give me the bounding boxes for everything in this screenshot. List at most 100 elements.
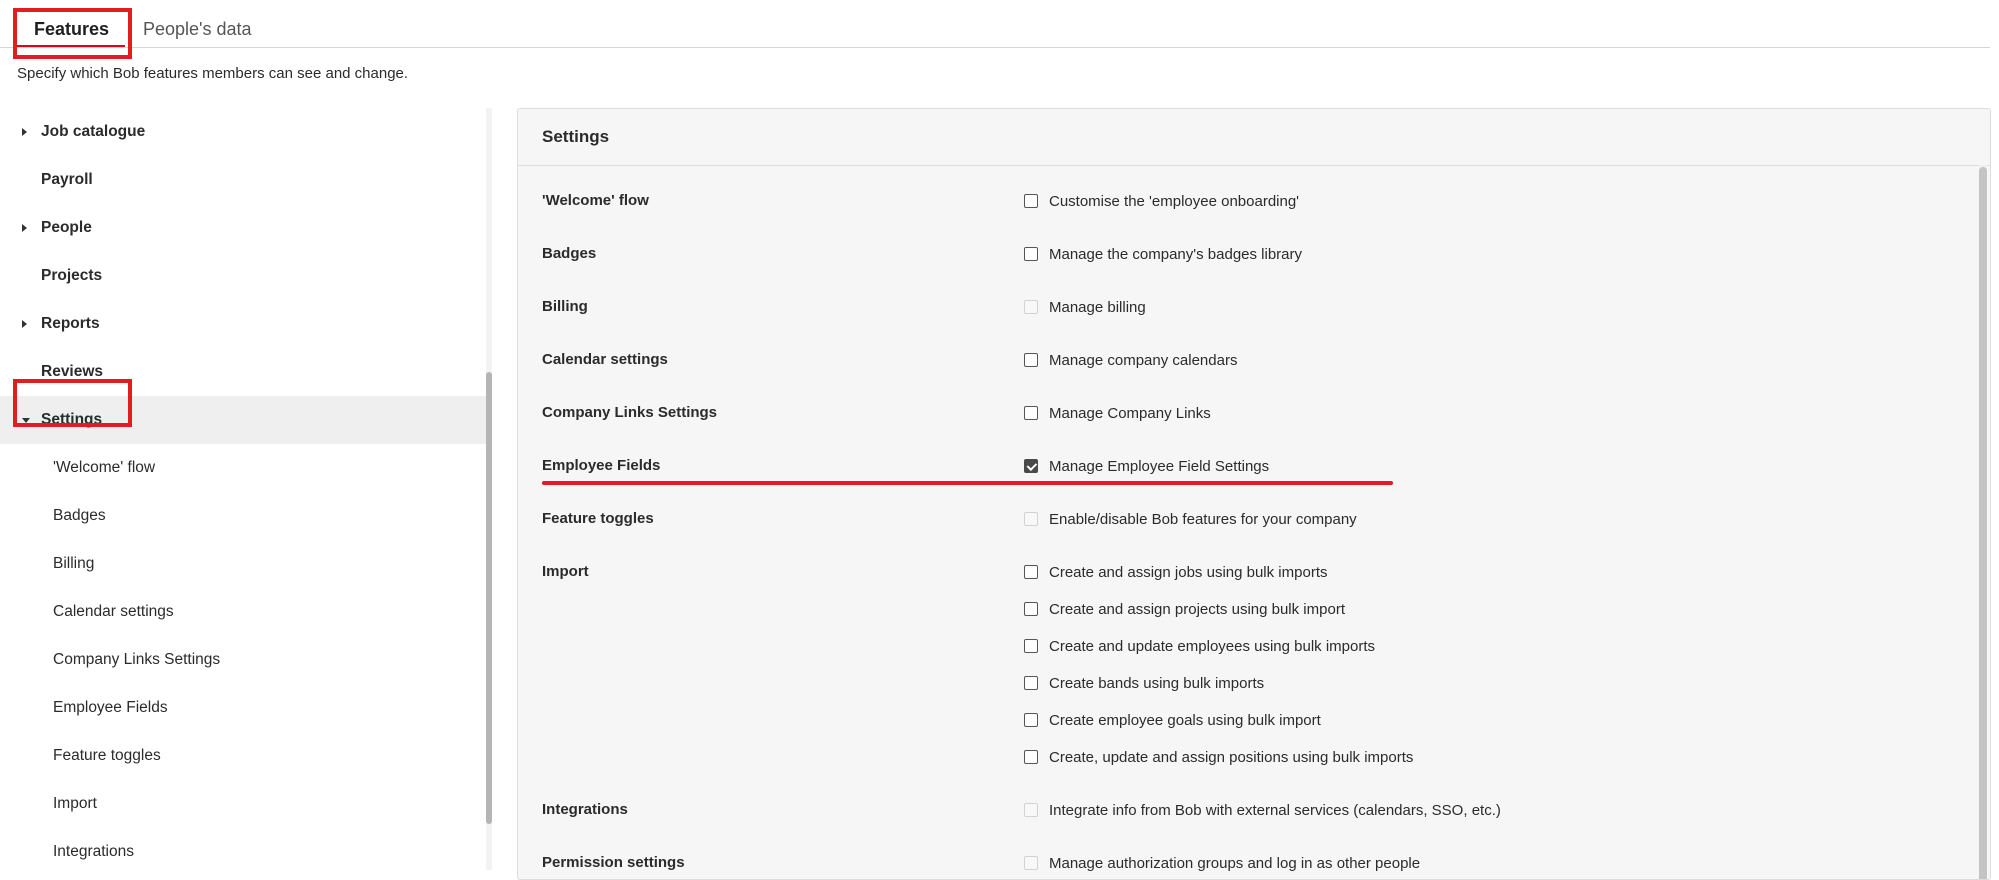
sidebar-scrollbar-thumb[interactable] bbox=[486, 372, 492, 824]
option-label: Manage Company Links bbox=[1049, 404, 1211, 422]
caret-right-icon bbox=[22, 224, 27, 232]
checkbox[interactable] bbox=[1024, 406, 1038, 420]
option-label: Create and assign projects using bulk im… bbox=[1049, 600, 1345, 618]
checkbox-checked[interactable] bbox=[1024, 459, 1038, 473]
option-label: Manage Employee Field Settings bbox=[1049, 457, 1270, 475]
option-manage-employee-fields[interactable]: Manage Employee Field Settings bbox=[1024, 455, 1269, 477]
option-manage-company-links[interactable]: Manage Company Links bbox=[1024, 402, 1211, 424]
sidebar-subitem-welcome-flow[interactable]: 'Welcome' flow bbox=[0, 444, 486, 492]
checkbox-disabled bbox=[1024, 856, 1038, 870]
sidebar-item-label: Job catalogue bbox=[41, 123, 146, 140]
sidebar-subitem-billing[interactable]: Billing bbox=[0, 540, 486, 588]
option-manage-authorization: Manage authorization groups and log in a… bbox=[1024, 852, 1420, 874]
checkbox[interactable] bbox=[1024, 247, 1038, 261]
sidebar: Job catalogue Payroll People Projects Re… bbox=[0, 108, 486, 870]
sidebar-item-label: Payroll bbox=[41, 171, 93, 188]
checkbox-disabled bbox=[1024, 300, 1038, 314]
highlight-underline-employee-fields bbox=[542, 481, 1393, 485]
sidebar-item-reviews[interactable]: Reviews bbox=[0, 348, 486, 396]
sidebar-subitem-feature-toggles[interactable]: Feature toggles bbox=[0, 732, 486, 780]
option-label: Create and assign jobs using bulk import… bbox=[1049, 563, 1328, 581]
sidebar-item-job-catalogue[interactable]: Job catalogue bbox=[0, 108, 486, 156]
panel-scrollbar-thumb[interactable] bbox=[1979, 167, 1987, 879]
checkbox[interactable] bbox=[1024, 713, 1038, 727]
checkbox[interactable] bbox=[1024, 750, 1038, 764]
sidebar-subitem-label: Company Links Settings bbox=[53, 651, 221, 668]
option-label: Enable/disable Bob features for your com… bbox=[1049, 510, 1357, 528]
sidebar-subitem-label: Employee Fields bbox=[53, 699, 168, 716]
sidebar-item-label: Reports bbox=[41, 315, 100, 332]
option-import-projects[interactable]: Create and assign projects using bulk im… bbox=[1024, 598, 1345, 620]
checkbox[interactable] bbox=[1024, 353, 1038, 367]
checkbox[interactable] bbox=[1024, 602, 1038, 616]
option-manage-calendars[interactable]: Manage company calendars bbox=[1024, 349, 1237, 371]
sidebar-subitem-badges[interactable]: Badges bbox=[0, 492, 486, 540]
option-label: Create bands using bulk imports bbox=[1049, 674, 1265, 692]
sidebar-subitem-label: Integrations bbox=[53, 843, 134, 860]
panel-title: Settings bbox=[542, 127, 610, 146]
checkbox[interactable] bbox=[1024, 194, 1038, 208]
sidebar-subitem-import[interactable]: Import bbox=[0, 780, 486, 828]
row-label-integrations: Integrations bbox=[542, 801, 628, 818]
option-label: Customise the 'employee onboarding' bbox=[1049, 192, 1300, 210]
option-import-employees[interactable]: Create and update employees using bulk i… bbox=[1024, 635, 1375, 657]
sidebar-subitem-integrations[interactable]: Integrations bbox=[0, 828, 486, 870]
option-label: Manage authorization groups and log in a… bbox=[1049, 854, 1421, 872]
sidebar-subitem-calendar-settings[interactable]: Calendar settings bbox=[0, 588, 486, 636]
sidebar-subitem-label: Badges bbox=[53, 507, 106, 524]
checkbox[interactable] bbox=[1024, 565, 1038, 579]
sidebar-subitem-employee-fields[interactable]: Employee Fields bbox=[0, 684, 486, 732]
option-label: Integrate info from Bob with external se… bbox=[1049, 801, 1501, 819]
option-label: Manage the company's badges library bbox=[1049, 245, 1303, 263]
option-import-bands[interactable]: Create bands using bulk imports bbox=[1024, 672, 1264, 694]
option-label: Create and update employees using bulk i… bbox=[1049, 637, 1376, 655]
sidebar-subitem-label: 'Welcome' flow bbox=[53, 459, 156, 476]
row-label-badges: Badges bbox=[542, 245, 597, 262]
row-label-permission-settings: Permission settings bbox=[542, 854, 685, 871]
option-label: Create employee goals using bulk import bbox=[1049, 711, 1321, 729]
option-manage-badges[interactable]: Manage the company's badges library bbox=[1024, 243, 1302, 265]
active-tab-indicator bbox=[17, 45, 125, 47]
sidebar-subitem-label: Feature toggles bbox=[53, 747, 161, 764]
panel-header: Settings bbox=[518, 109, 1990, 166]
row-label-import: Import bbox=[542, 563, 589, 580]
row-label-calendar-settings: Calendar settings bbox=[542, 351, 668, 368]
row-label-company-links: Company Links Settings bbox=[542, 404, 718, 421]
checkbox[interactable] bbox=[1024, 639, 1038, 653]
option-import-positions[interactable]: Create, update and assign positions usin… bbox=[1024, 746, 1413, 768]
sidebar-item-projects[interactable]: Projects bbox=[0, 252, 486, 300]
sidebar-item-label: People bbox=[41, 219, 92, 236]
sidebar-item-label: Reviews bbox=[41, 363, 104, 380]
option-import-goals[interactable]: Create employee goals using bulk import bbox=[1024, 709, 1321, 731]
option-integrate-external: Integrate info from Bob with external se… bbox=[1024, 799, 1501, 821]
sidebar-subitem-label: Calendar settings bbox=[53, 603, 174, 620]
option-label: Manage billing bbox=[1049, 298, 1146, 316]
row-label-feature-toggles: Feature toggles bbox=[542, 510, 654, 527]
option-label: Manage company calendars bbox=[1049, 351, 1238, 369]
tab-peoples-data[interactable]: People's data bbox=[143, 19, 252, 40]
option-customise-onboarding[interactable]: Customise the 'employee onboarding' bbox=[1024, 190, 1299, 212]
page-description: Specify which Bob features members can s… bbox=[17, 65, 409, 82]
sidebar-item-people[interactable]: People bbox=[0, 204, 486, 252]
caret-right-icon bbox=[22, 128, 27, 136]
sidebar-item-label: Settings bbox=[41, 411, 103, 428]
tab-features[interactable]: Features bbox=[34, 19, 109, 40]
sidebar-item-payroll[interactable]: Payroll bbox=[0, 156, 486, 204]
row-label-billing: Billing bbox=[542, 298, 588, 315]
option-import-jobs[interactable]: Create and assign jobs using bulk import… bbox=[1024, 561, 1327, 583]
caret-down-icon bbox=[22, 417, 30, 423]
option-manage-billing: Manage billing bbox=[1024, 296, 1146, 318]
caret-right-icon bbox=[22, 320, 27, 328]
sidebar-subitem-label: Billing bbox=[53, 555, 95, 572]
sidebar-item-label: Projects bbox=[41, 267, 103, 284]
checkbox-disabled bbox=[1024, 512, 1038, 526]
option-label: Create, update and assign positions usin… bbox=[1049, 748, 1414, 766]
sidebar-subitem-label: Import bbox=[53, 795, 97, 812]
sidebar-item-reports[interactable]: Reports bbox=[0, 300, 486, 348]
sidebar-subitem-company-links-settings[interactable]: Company Links Settings bbox=[0, 636, 486, 684]
row-label-welcome-flow: 'Welcome' flow bbox=[542, 192, 649, 209]
checkbox[interactable] bbox=[1024, 676, 1038, 690]
option-enable-disable-features: Enable/disable Bob features for your com… bbox=[1024, 508, 1357, 530]
settings-panel: Settings 'Welcome' flow Customise the 'e… bbox=[517, 108, 1991, 880]
sidebar-item-settings[interactable]: Settings bbox=[0, 396, 486, 444]
